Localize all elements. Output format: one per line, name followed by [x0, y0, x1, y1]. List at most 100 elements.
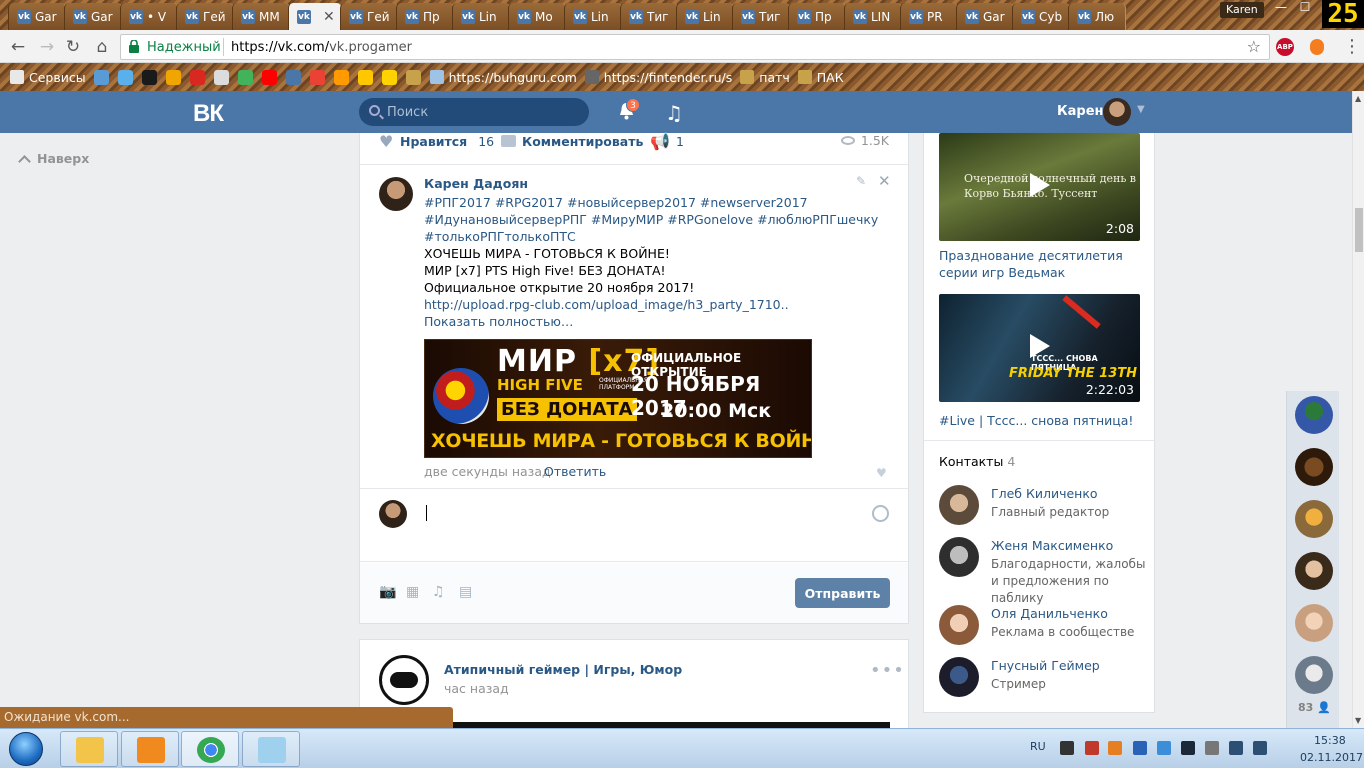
browser-tab[interactable]: vk Lin [564, 3, 622, 30]
avatar[interactable] [939, 657, 979, 697]
browser-tab[interactable]: vk Lin [676, 3, 734, 30]
browser-tab[interactable]: vk PR [900, 3, 958, 30]
comment-button[interactable]: Комментировать [501, 134, 643, 149]
reply-input[interactable] [418, 500, 888, 528]
edit-pencil-icon[interactable]: ✎ [856, 174, 866, 188]
contacts-header[interactable]: Контакты 4 [939, 454, 1015, 469]
like-button[interactable]: ♥ Нравится 16 [379, 133, 494, 149]
video-thumbnail[interactable]: Очередной солнечный день в Корво Бьянко.… [939, 133, 1140, 241]
community-name[interactable]: Атипичный геймер | Игры, Юмор [444, 662, 682, 677]
dropbox-icon[interactable] [117, 69, 133, 85]
send-button[interactable]: Отправить [795, 578, 890, 608]
scroll-down-icon[interactable]: ▼ [1355, 716, 1361, 725]
home-icon[interactable]: ⌂ [91, 36, 113, 58]
address-bar[interactable]: Надежный https://vk.com/vk.progamer ☆ [120, 34, 1270, 60]
browser-tab[interactable]: vk Cyb [1012, 3, 1070, 30]
avatar[interactable] [939, 485, 979, 525]
minimize-icon[interactable]: — [1270, 0, 1292, 18]
reload-icon[interactable]: ↻ [62, 36, 84, 58]
avatar[interactable] [1295, 396, 1333, 434]
browser-tab[interactable]: vk LIN [844, 3, 902, 30]
forward-arrow-icon[interactable]: → [36, 36, 58, 58]
video-thumbnail[interactable]: ТССС... СНОВА ПЯТНИЦА FRIDAY THE 13TH 2:… [939, 294, 1140, 402]
maximize-icon[interactable]: ☐ [1294, 0, 1316, 18]
network-icon[interactable] [1229, 741, 1243, 755]
share-button[interactable]: 📢 1 [650, 133, 684, 149]
comment-author[interactable]: Карен Дадоян [424, 176, 528, 191]
mask-icon[interactable] [213, 69, 229, 85]
adblock-icon[interactable]: ABP [1276, 38, 1294, 56]
hashtags-line[interactable]: #толькоРПГтолькоПТС [424, 228, 894, 245]
scrollbar-thumb[interactable] [1355, 208, 1363, 252]
steam-icon[interactable] [1181, 741, 1195, 755]
reply-link[interactable]: Ответить [544, 464, 606, 479]
play-icon[interactable] [1030, 334, 1050, 358]
video-title[interactable]: #Live | Тссс... снова пятница! [939, 412, 1139, 429]
taskbar-media[interactable] [121, 731, 179, 767]
taskbar-time[interactable]: 15:38 [1314, 734, 1346, 747]
red-logo-icon[interactable] [189, 69, 205, 85]
at-icon[interactable] [165, 69, 181, 85]
browser-tab[interactable]: vk Гей [340, 3, 398, 30]
globe-icon[interactable] [93, 69, 109, 85]
chevron-down-icon[interactable]: ▼ [1137, 104, 1145, 115]
browser-tab[interactable]: vk Пр [788, 3, 846, 30]
browser-tab[interactable]: vk Тиг [620, 3, 678, 30]
browser-tab[interactable]: vk ММ [232, 3, 290, 30]
gmail-icon[interactable] [309, 69, 325, 85]
avatar[interactable] [1295, 500, 1333, 538]
runner-icon[interactable] [357, 69, 373, 85]
back-arrow-icon[interactable]: ← [7, 36, 29, 58]
camera-icon[interactable]: 📷 [379, 585, 396, 599]
avatar[interactable] [939, 605, 979, 645]
vk-search[interactable] [359, 98, 589, 126]
more-icon[interactable]: ••• [870, 660, 905, 681]
browser-tab[interactable]: vk Пр [396, 3, 454, 30]
browser-tab[interactable]: vk ✕ [288, 3, 342, 30]
browser-tab[interactable]: vk Тиг [732, 3, 790, 30]
taskbar-notepad[interactable] [242, 731, 300, 767]
avatar[interactable] [1295, 552, 1333, 590]
avatar[interactable] [939, 537, 979, 577]
volume-icon[interactable] [1253, 741, 1267, 755]
bookmark-item[interactable]: ПАК [797, 70, 844, 85]
hashtags-line[interactable]: #ИдунановыйсерверРПГ #МируМИР #RPGonelov… [424, 211, 894, 228]
browser-menu-icon[interactable]: ⋮ [1343, 36, 1361, 57]
contact-name[interactable]: Гнусный Геймер [991, 658, 1100, 673]
tray-app-icon[interactable] [1060, 741, 1074, 755]
trello-icon[interactable] [141, 69, 157, 85]
back-to-top-link[interactable]: Наверх [18, 151, 89, 168]
extension-icon[interactable] [1310, 39, 1324, 55]
browser-tab[interactable]: vk Gar [956, 3, 1014, 30]
scroll-up-icon[interactable]: ▲ [1355, 94, 1361, 103]
browser-tab[interactable]: vk Gar [64, 3, 122, 30]
language-indicator[interactable]: RU [1030, 740, 1046, 753]
avatar[interactable] [1295, 448, 1333, 486]
close-tab-icon[interactable]: ✕ [323, 9, 335, 25]
taskbar-date[interactable]: 02.11.2017 [1300, 751, 1363, 764]
browser-tab[interactable]: vk Лю [1068, 3, 1126, 30]
heart-icon[interactable]: ♥ [876, 466, 887, 480]
vk-icon[interactable] [285, 69, 301, 85]
document-icon[interactable]: ▤ [459, 585, 475, 599]
vk-logo[interactable]: ВК [193, 100, 224, 128]
youtube-icon[interactable] [261, 69, 277, 85]
film-icon[interactable]: ▦ [406, 585, 422, 599]
avatar[interactable] [379, 177, 413, 211]
contact-name[interactable]: Глеб Киличенко [991, 486, 1098, 501]
play-icon[interactable] [1030, 173, 1050, 197]
gamepad-avatar-icon[interactable] [379, 655, 429, 705]
q-icon[interactable] [333, 69, 349, 85]
colorful-icon[interactable] [237, 69, 253, 85]
browser-profile-button[interactable]: Karen [1220, 2, 1264, 18]
tray-app-icon[interactable] [1108, 741, 1122, 755]
contact-name[interactable]: Женя Максименко [991, 538, 1113, 553]
bookmark-star-icon[interactable]: ☆ [1247, 37, 1261, 56]
page-scrollbar[interactable]: ▲ ▼ [1352, 91, 1364, 728]
vk-user-name[interactable]: Карен [1057, 104, 1104, 119]
smile-icon[interactable] [872, 505, 889, 522]
start-button[interactable] [2, 730, 50, 768]
video-title[interactable]: Празднование десятилетия серии игр Ведьм… [939, 247, 1139, 281]
online-count[interactable]: 83 👤 [1298, 701, 1331, 714]
music-icon[interactable]: ♫ [665, 101, 683, 125]
